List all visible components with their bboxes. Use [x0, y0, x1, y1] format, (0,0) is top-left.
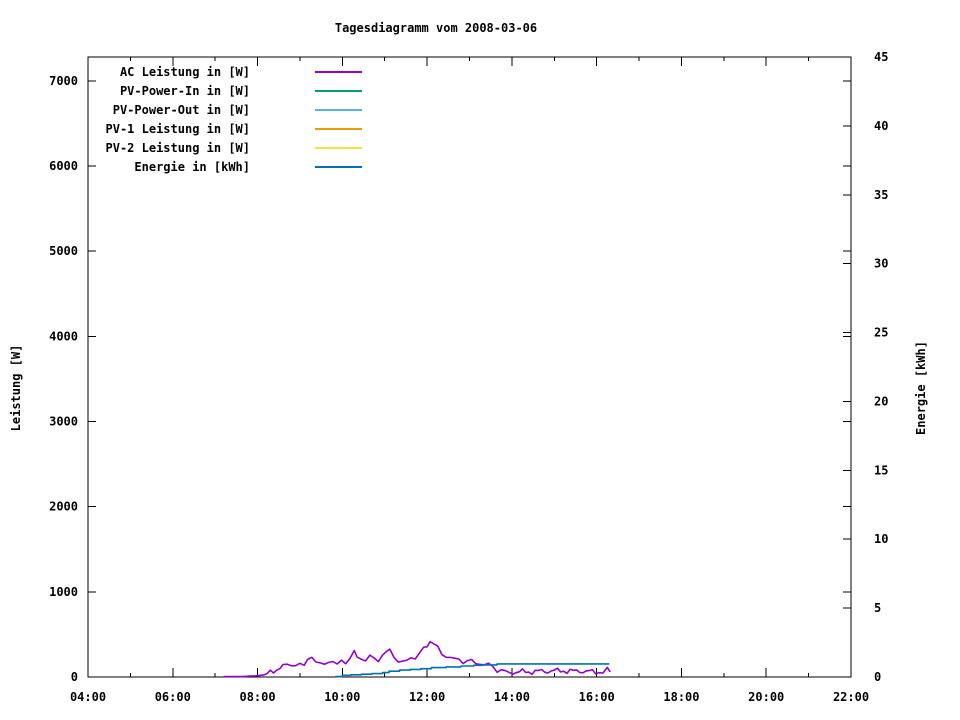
x-tick-label: 10:00	[324, 690, 360, 704]
y2-tick-label: 20	[874, 394, 888, 408]
x-tick-label: 08:00	[239, 690, 275, 704]
x-tick-label: 22:00	[833, 690, 869, 704]
y2-tick-label: 10	[874, 532, 888, 546]
y2-tick-label: 5	[874, 601, 881, 615]
y1-tick-label: 7000	[49, 74, 78, 88]
x-tick-label: 12:00	[409, 690, 445, 704]
y1-tick-label: 5000	[49, 244, 78, 258]
y1-tick-label: 2000	[49, 500, 78, 514]
y2-tick-label: 30	[874, 257, 888, 271]
y2-tick-label: 25	[874, 326, 888, 340]
plot-border	[87, 56, 852, 678]
y2-tick-label: 15	[874, 463, 888, 477]
y1-tick-label: 0	[71, 670, 78, 684]
y2-tick-label: 40	[874, 119, 888, 133]
y1-tick-label: 4000	[49, 329, 78, 343]
x-tick-label: 14:00	[494, 690, 530, 704]
x-tick-label: 04:00	[70, 690, 106, 704]
x-tick-label: 18:00	[663, 690, 699, 704]
x-tick-label: 06:00	[155, 690, 191, 704]
y1-tick-label: 3000	[49, 415, 78, 429]
x-tick-label: 20:00	[748, 690, 784, 704]
y1-tick-label: 1000	[49, 585, 78, 599]
plot-canvas: 04:00 06:00 08:00 10:00 12:00 14:00 16:00 18:00…	[49, 50, 888, 704]
y2-tick-label: 35	[874, 188, 888, 202]
pv-day-diagram: Tagesdiagramm vom 2008-03-06 Leistung [W…	[0, 0, 960, 720]
series-ac-leistung	[223, 640, 611, 678]
y2-tick-label: 0	[874, 670, 881, 684]
y1-tick-label: 6000	[49, 159, 78, 173]
y2-tick-label: 45	[874, 50, 888, 64]
series-energie	[335, 663, 610, 678]
x-tick-label: 16:00	[579, 690, 615, 704]
